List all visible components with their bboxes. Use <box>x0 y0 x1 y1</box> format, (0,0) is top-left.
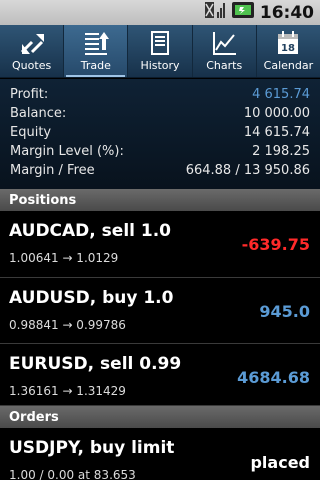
position-profit: 945.0 <box>259 302 310 321</box>
trade-list-icon <box>84 32 109 55</box>
summary-margin-free: Margin / Free 664.88 / 13 950.86 <box>10 161 310 180</box>
position-row[interactable]: EURUSD, sell 0.99 1.36161 → 1.31429 4684… <box>0 344 320 406</box>
tab-label: Trade <box>80 59 111 72</box>
summary-value: 664.88 / 13 950.86 <box>185 163 310 178</box>
orders-header: Orders <box>0 406 320 428</box>
signal-icon <box>204 0 226 25</box>
summary-label: Profit: <box>10 87 49 102</box>
summary-label: Margin Level (%): <box>10 144 124 159</box>
status-time: 16:40 <box>259 2 314 23</box>
history-book-icon <box>151 31 169 55</box>
tab-label: Charts <box>206 59 243 72</box>
order-title: USDJPY, buy limit <box>9 438 175 458</box>
summary-label: Balance: <box>10 106 67 121</box>
position-profit: -639.75 <box>241 235 310 254</box>
position-title: EURUSD, sell 0.99 <box>9 354 182 374</box>
tab-trade[interactable]: Trade <box>64 25 129 77</box>
order-status: placed <box>250 453 310 472</box>
chart-icon <box>213 32 237 55</box>
summary-value: 4 615.74 <box>252 87 310 102</box>
position-row[interactable]: AUDCAD, sell 1.0 1.00641 → 1.0129 -639.7… <box>0 211 320 278</box>
summary-value: 10 000.00 <box>243 106 310 121</box>
order-row[interactable]: USDJPY, buy limit 1.00 / 0.00 at 83.653 … <box>0 428 320 480</box>
position-prices: 1.36161 → 1.31429 <box>9 384 126 398</box>
tab-calendar[interactable]: 18 Calendar <box>257 25 320 77</box>
summary-value: 14 615.74 <box>243 125 310 140</box>
position-profit: 4684.68 <box>237 368 310 387</box>
battery-icon <box>231 0 255 25</box>
summary-label: Margin / Free <box>10 163 95 178</box>
tab-charts[interactable]: Charts <box>193 25 257 77</box>
order-prices: 1.00 / 0.00 at 83.653 <box>9 468 136 480</box>
summary-equity: Equity 14 615.74 <box>10 123 310 142</box>
position-row[interactable]: AUDUSD, buy 1.0 0.98841 → 0.99786 945.0 <box>0 278 320 344</box>
tab-bar: Quotes Trade History Charts 18 Calendar <box>0 25 320 78</box>
calendar-icon: 18 <box>278 31 299 54</box>
tab-label: History <box>140 59 180 72</box>
tab-history[interactable]: History <box>128 25 193 77</box>
tab-label: Quotes <box>12 59 52 72</box>
calendar-day: 18 <box>281 43 295 54</box>
position-prices: 0.98841 → 0.99786 <box>9 318 126 332</box>
summary-value: 2 198.25 <box>252 144 310 159</box>
position-prices: 1.00641 → 1.0129 <box>9 251 119 265</box>
summary-label: Equity <box>10 125 52 140</box>
tab-label: Calendar <box>263 59 314 72</box>
position-title: AUDCAD, sell 1.0 <box>9 221 172 241</box>
summary-balance: Balance: 10 000.00 <box>10 104 310 123</box>
status-bar: 16:40 <box>0 0 320 25</box>
summary-profit: Profit: 4 615.74 <box>10 85 310 104</box>
tab-quotes[interactable]: Quotes <box>0 25 65 77</box>
account-summary: Profit: 4 615.74 Balance: 10 000.00 Equi… <box>0 79 320 189</box>
quotes-arrows-icon <box>20 34 44 54</box>
positions-header: Positions <box>0 189 320 211</box>
summary-margin-level: Margin Level (%): 2 198.25 <box>10 142 310 161</box>
position-title: AUDUSD, buy 1.0 <box>9 288 174 308</box>
